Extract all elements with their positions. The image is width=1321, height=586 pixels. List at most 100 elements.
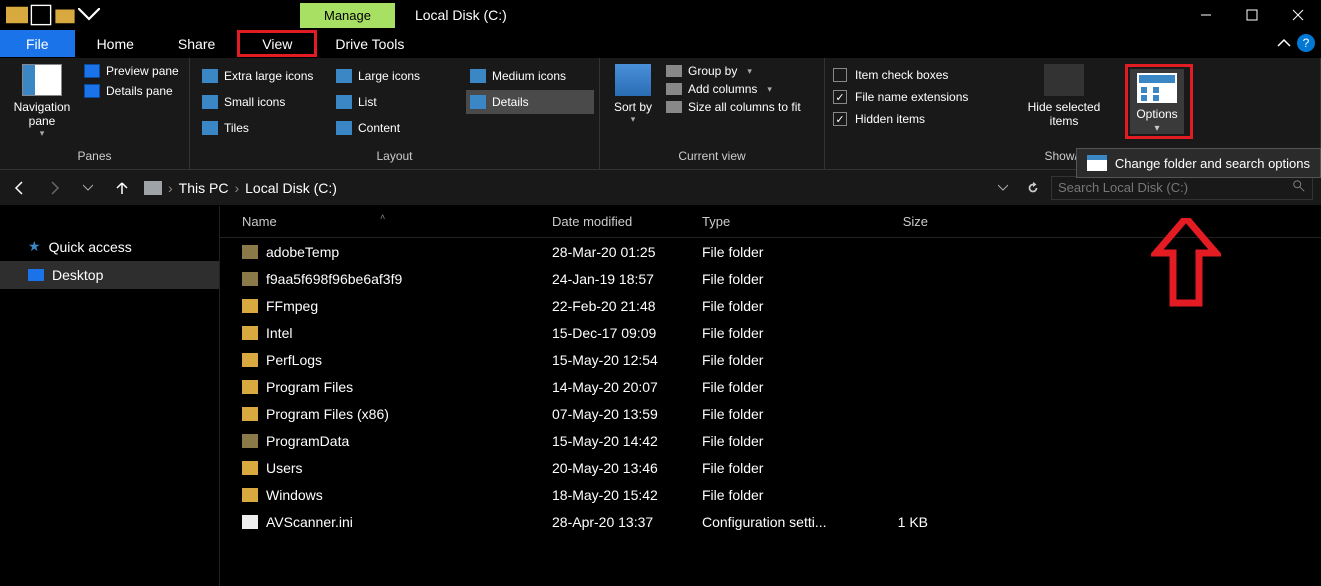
layout-large[interactable]: Large icons [332, 64, 460, 88]
hidden-items-toggle[interactable]: Hidden items [833, 112, 1003, 126]
folder-icon [242, 245, 258, 259]
table-row[interactable]: PerfLogs15-May-20 12:54File folder [220, 346, 1321, 373]
options-button[interactable]: Options ▾ [1130, 69, 1184, 134]
list-icon [336, 95, 352, 109]
checkbox-checked-icon [833, 90, 847, 104]
breadcrumb-thispc[interactable]: This PC [179, 180, 229, 196]
navigation-tree[interactable]: ★Quick access Desktop [0, 206, 220, 586]
back-button[interactable] [8, 176, 32, 200]
folder-icon [242, 326, 258, 340]
preview-pane-icon [84, 64, 100, 78]
small-icon [202, 95, 218, 109]
folder-icon [242, 272, 258, 286]
details-pane-button[interactable]: Details pane [84, 84, 179, 98]
checkbox-icon [833, 68, 847, 82]
table-row[interactable]: Users20-May-20 13:46File folder [220, 454, 1321, 481]
tab-file[interactable]: File [0, 30, 75, 57]
folder-icon [242, 488, 258, 502]
tab-drive-tools[interactable]: Drive Tools [317, 30, 422, 57]
refresh-button[interactable] [1021, 176, 1045, 200]
options-icon [1137, 73, 1177, 103]
search-icon [1292, 179, 1306, 196]
hide-selected-button[interactable]: Hide selected items [1021, 64, 1107, 128]
ribbon-tabs: File Home Share View Drive Tools ? [0, 30, 1321, 58]
col-date[interactable]: Date modified [540, 214, 690, 229]
file-name-extensions-toggle[interactable]: File name extensions [833, 90, 1003, 104]
breadcrumb[interactable]: › This PC › Local Disk (C:) [144, 180, 981, 196]
table-row[interactable]: ProgramData15-May-20 14:42File folder [220, 427, 1321, 454]
folder-icon [242, 407, 258, 421]
tree-desktop[interactable]: Desktop [0, 261, 219, 289]
collapse-ribbon-icon[interactable] [1275, 34, 1293, 52]
qat-properties-icon[interactable] [30, 4, 52, 26]
search-input[interactable]: Search Local Disk (C:) [1051, 176, 1313, 200]
close-button[interactable] [1275, 0, 1321, 30]
navigation-pane-button[interactable]: Navigation pane ▾ [8, 64, 76, 139]
item-check-boxes-toggle[interactable]: Item check boxes [833, 68, 1003, 82]
address-dropdown[interactable] [991, 176, 1015, 200]
window-title: Local Disk (C:) [415, 7, 507, 23]
extra-large-icon [202, 69, 218, 83]
layout-tiles[interactable]: Tiles [198, 116, 326, 140]
explorer-body: ★Quick access Desktop Name˄ Date modifie… [0, 206, 1321, 586]
col-name[interactable]: Name˄ [220, 214, 540, 229]
layout-details[interactable]: Details [466, 90, 594, 114]
layout-content[interactable]: Content [332, 116, 460, 140]
tab-view[interactable]: View [237, 30, 317, 57]
sort-by-button[interactable]: Sort by ▾ [608, 64, 658, 125]
folder-icon [242, 434, 258, 448]
qat-newfolder-icon[interactable] [54, 4, 76, 26]
minimize-button[interactable] [1183, 0, 1229, 30]
layout-small[interactable]: Small icons [198, 90, 326, 114]
table-row[interactable]: Windows18-May-20 15:42File folder [220, 481, 1321, 508]
explorer-icon [6, 4, 28, 26]
sort-by-icon [615, 64, 651, 96]
folder-icon [242, 461, 258, 475]
options-dropdown-item[interactable]: Change folder and search options [1076, 148, 1321, 178]
breadcrumb-localdisk[interactable]: Local Disk (C:) [245, 180, 337, 196]
maximize-button[interactable] [1229, 0, 1275, 30]
table-row[interactable]: Program Files (x86)07-May-20 13:59File f… [220, 400, 1321, 427]
add-columns-icon [666, 83, 682, 95]
col-type[interactable]: Type [690, 214, 840, 229]
qat-dropdown-icon[interactable] [78, 4, 100, 26]
layout-extra-large[interactable]: Extra large icons [198, 64, 326, 88]
file-icon [242, 515, 258, 529]
group-label-current-view: Current view [600, 145, 824, 169]
folder-icon [242, 380, 258, 394]
forward-button[interactable] [42, 176, 66, 200]
tree-quick-access[interactable]: ★Quick access [0, 232, 219, 261]
tiles-icon [202, 121, 218, 135]
details-icon [470, 95, 486, 109]
group-layout: Extra large icons Large icons Medium ico… [190, 58, 600, 169]
desktop-icon [28, 269, 44, 281]
layout-list[interactable]: List [332, 90, 460, 114]
size-columns-button[interactable]: Size all columns to fit [666, 100, 801, 114]
star-icon: ★ [28, 238, 41, 255]
recent-dropdown[interactable] [76, 176, 100, 200]
drive-icon [144, 181, 162, 195]
group-by-button[interactable]: Group by▾ [666, 64, 801, 78]
tab-home[interactable]: Home [75, 30, 156, 57]
help-icon[interactable]: ? [1297, 34, 1315, 52]
group-current-view: Sort by ▾ Group by▾ Add columns▾ Size al… [600, 58, 825, 169]
table-row[interactable]: Program Files14-May-20 20:07File folder [220, 373, 1321, 400]
folder-icon [242, 299, 258, 313]
table-row[interactable]: AVScanner.ini28-Apr-20 13:37Configuratio… [220, 508, 1321, 535]
large-icon [336, 69, 352, 83]
folder-icon [242, 353, 258, 367]
group-by-icon [666, 65, 682, 77]
navigation-pane-icon [22, 64, 62, 96]
size-columns-icon [666, 101, 682, 113]
manage-context-tab[interactable]: Manage [300, 3, 395, 28]
up-button[interactable] [110, 176, 134, 200]
add-columns-button[interactable]: Add columns▾ [666, 82, 801, 96]
table-row[interactable]: Intel15-Dec-17 09:09File folder [220, 319, 1321, 346]
checkbox-checked-icon [833, 112, 847, 126]
col-size[interactable]: Size [840, 214, 940, 229]
preview-pane-button[interactable]: Preview pane [84, 64, 179, 78]
layout-medium[interactable]: Medium icons [466, 64, 594, 88]
group-label-layout: Layout [190, 145, 599, 169]
tab-share[interactable]: Share [156, 30, 237, 57]
titlebar: Manage Local Disk (C:) [0, 0, 1321, 30]
